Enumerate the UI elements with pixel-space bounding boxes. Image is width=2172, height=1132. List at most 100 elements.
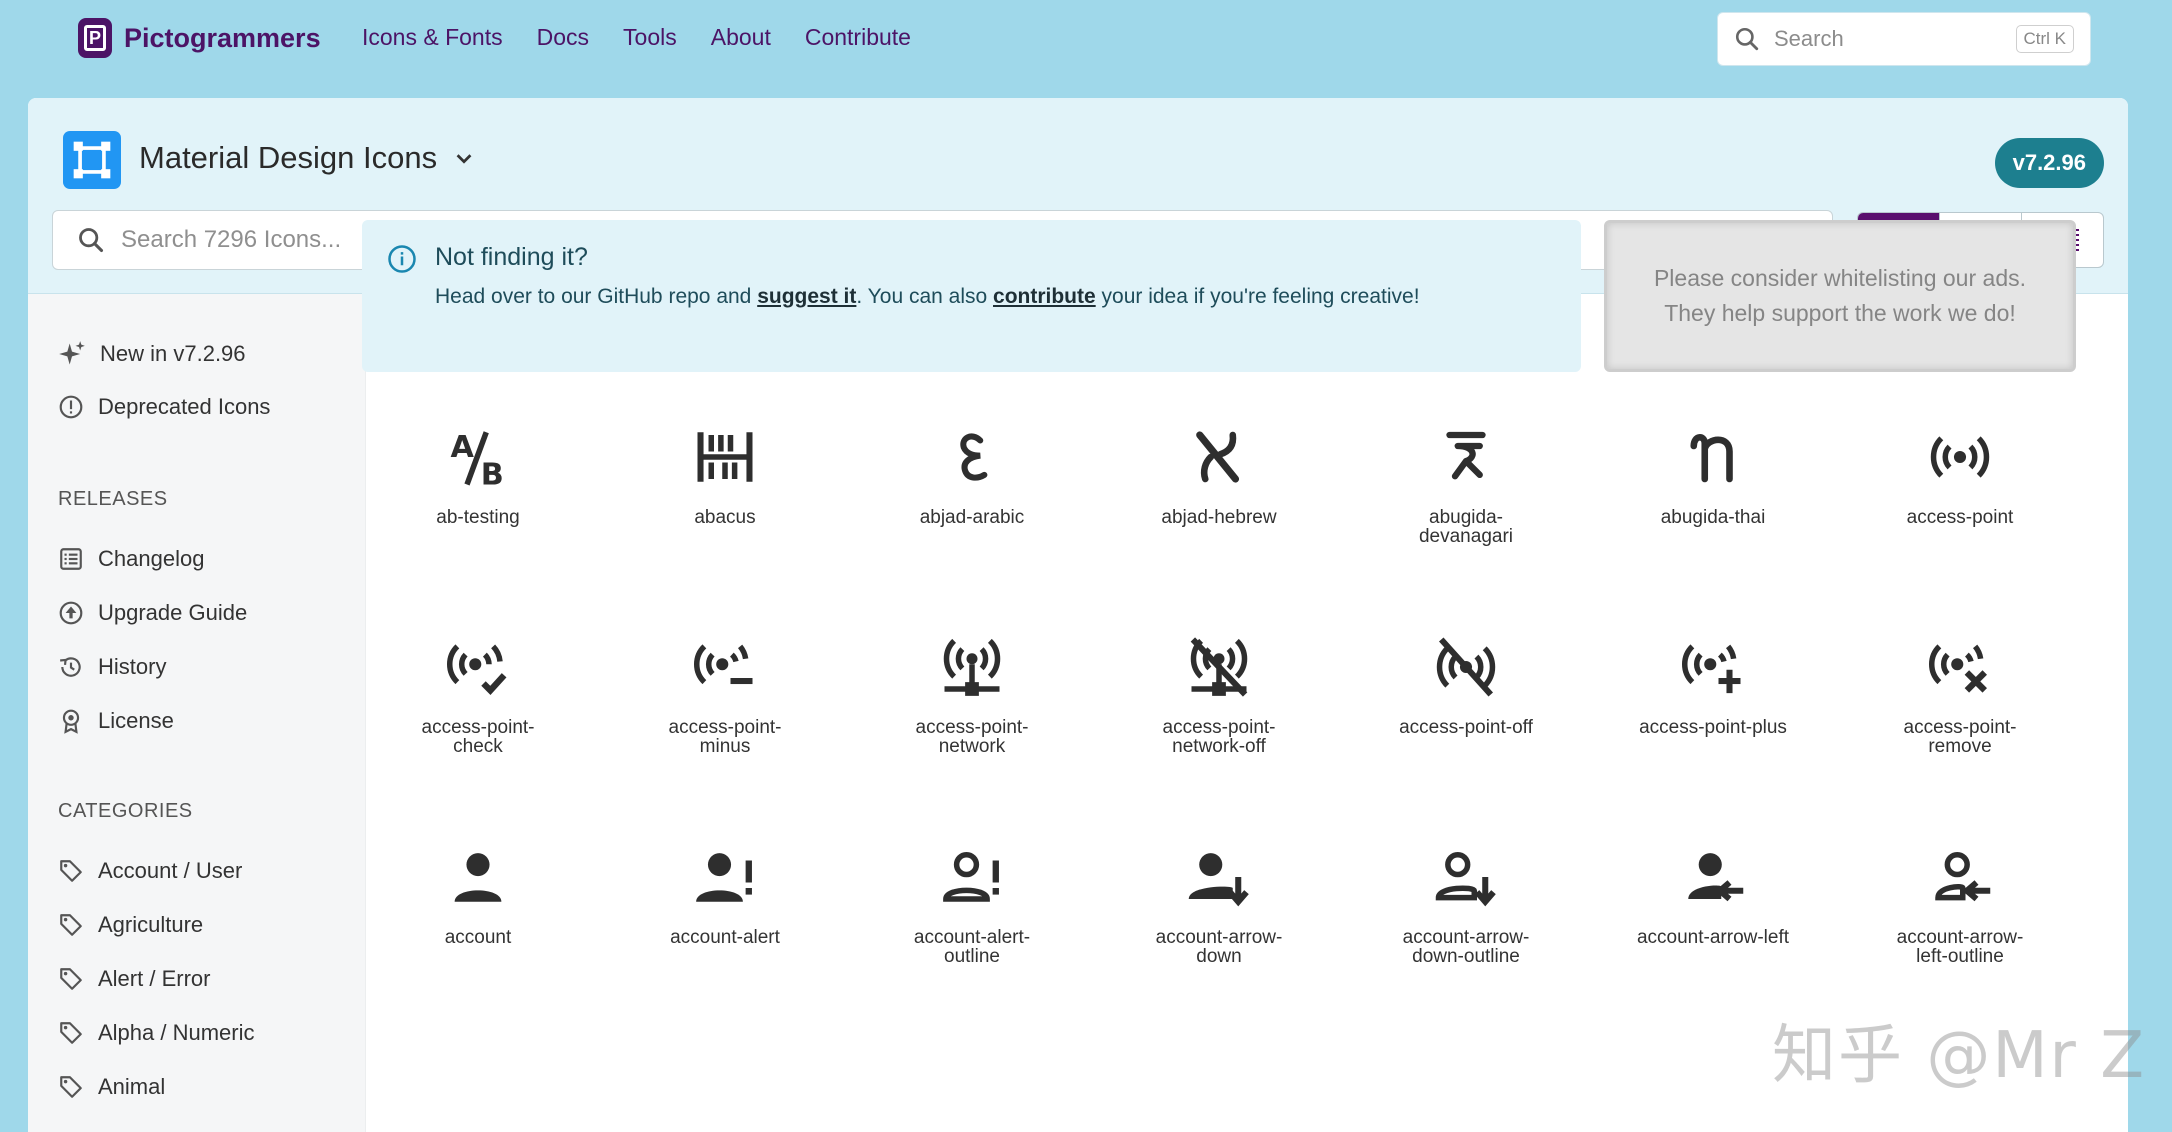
icon-tile[interactable]: account-arrow-down (1103, 820, 1335, 966)
global-search-input[interactable]: Search Ctrl K (1717, 12, 2091, 66)
watermark: 知乎 @Mr Z (1772, 1019, 2147, 1093)
icon-tile[interactable]: access-point-minus (609, 610, 841, 756)
sidebar-item-animal[interactable]: Animal (58, 1074, 165, 1100)
icon-tile-label: access-point-remove (1903, 717, 2017, 757)
access-point-remove-icon (1929, 644, 1987, 693)
releases-heading: RELEASES (58, 488, 168, 510)
account-arrow-down-icon (1188, 853, 1249, 907)
sidebar-item-new[interactable]: New in v7.2.96 (58, 340, 246, 368)
icon-tile[interactable]: access-point (1844, 400, 2076, 527)
notice-body: Head over to our GitHub repo and suggest… (435, 285, 1420, 309)
icon-tile[interactable]: abjad-arabic (856, 400, 1088, 527)
sidebar-item-account-user[interactable]: Account / User (58, 858, 242, 884)
history-icon (60, 657, 81, 677)
icon-tile[interactable]: access-point-plus (1597, 610, 1829, 737)
notice-text: your idea if you're feeling creative! (1095, 285, 1420, 308)
icon-tile-label: access-point-network (915, 717, 1029, 757)
sidebar-item-history[interactable]: History (58, 654, 166, 680)
icon-tile[interactable]: account-arrow-left-outline (1844, 820, 2076, 966)
sidebar-item-license[interactable]: License (58, 708, 174, 734)
sidebar-item-changelog[interactable]: Changelog (58, 546, 204, 572)
sidebar-item-alert-error[interactable]: Alert / Error (58, 966, 210, 992)
icon-tile[interactable]: access-point-check (362, 610, 594, 756)
brand-name: Pictogrammers (124, 22, 321, 53)
library-title: Material Design Icons (139, 140, 438, 175)
icon-tile-label: access-point-network-off (1162, 717, 1276, 757)
access-point-icon (1930, 436, 1990, 478)
icon-tile-label: access-point (1906, 507, 2014, 528)
tag-icon (60, 1022, 82, 1044)
ad-line-2: They help support the work we do! (1664, 300, 2016, 326)
sidebar-item-deprecated[interactable]: Deprecated Icons (58, 394, 270, 420)
icon-tile-label: account-alert (670, 927, 780, 948)
icon-tile-label: access-point-check (421, 717, 535, 757)
abacus-icon (697, 432, 753, 482)
nav-docs[interactable]: Docs (537, 24, 589, 51)
icon-tile[interactable]: access-point-off (1350, 610, 1582, 737)
icon-tile[interactable]: abjad-hebrew (1103, 400, 1335, 527)
account-alert-outline-icon (943, 851, 999, 902)
icon-tile[interactable]: access-point-network-off (1103, 610, 1335, 756)
icon-tile-label: account-arrow-down-outline (1402, 927, 1530, 967)
contribute-link[interactable]: contribute (993, 285, 1096, 308)
sidebar: New in v7.2.96 Deprecated Icons RELEASES… (28, 294, 366, 1132)
icon-tile[interactable]: abugida-thai (1597, 400, 1829, 527)
nav-icons-fonts[interactable]: Icons & Fonts (362, 24, 503, 51)
suggest-it-link[interactable]: suggest it (757, 285, 856, 308)
icon-tile-label: account-arrow-left (1636, 927, 1790, 948)
icon-search-placeholder: Search 7296 Icons... (121, 226, 342, 253)
nav-about[interactable]: About (711, 24, 771, 51)
search-shortcut-badge: Ctrl K (2015, 25, 2074, 53)
nav-contribute[interactable]: Contribute (805, 24, 911, 51)
icon-tile[interactable]: abacus (609, 400, 841, 527)
ad-placeholder: Please consider whitelisting our ads. The… (1604, 220, 2076, 372)
tag-icon (60, 968, 82, 990)
abjad-hebrew-icon (1196, 431, 1240, 483)
sidebar-item-label: History (98, 654, 167, 679)
sidebar-item-agriculture[interactable]: Agriculture (58, 912, 203, 938)
arrow-up-circle-icon (59, 601, 83, 625)
icon-tile-label: abugida-devanagari (1418, 507, 1514, 547)
sidebar-item-label: Deprecated Icons (98, 394, 271, 419)
svg-text:B: B (481, 458, 504, 491)
access-point-network-off-icon (1190, 637, 1248, 697)
global-search-placeholder: Search (1774, 26, 1844, 51)
notice-text: Head over to our GitHub repo and (435, 285, 758, 308)
account-arrow-left-outline-icon (1935, 851, 1991, 902)
sidebar-item-label: Alert / Error (98, 966, 211, 991)
sidebar-item-label: Upgrade Guide (98, 600, 248, 625)
icon-tile[interactable]: account-arrow-left (1597, 820, 1829, 947)
access-point-plus-icon (1682, 644, 1741, 694)
library-selector[interactable]: Material Design Icons (139, 140, 475, 176)
icon-tile[interactable]: A Bab-testing (362, 400, 594, 527)
icon-tile-label: abjad-arabic (919, 507, 1025, 528)
notice-title: Not finding it? (435, 243, 588, 271)
account-arrow-down-outline-icon (1435, 851, 1496, 907)
access-point-network-icon (943, 638, 1001, 696)
account-icon (454, 853, 502, 902)
icon-tile[interactable]: abugida-devanagari (1350, 400, 1582, 546)
icon-tile-label: abacus (694, 507, 756, 528)
icon-tile[interactable]: account-alert (609, 820, 841, 947)
information-icon (388, 245, 416, 273)
version-badge[interactable]: v7.2.96 (1994, 138, 2104, 188)
sidebar-item-alpha-numeric[interactable]: Alpha / Numeric (58, 1020, 255, 1046)
categories-heading: CATEGORIES (58, 800, 193, 822)
icon-tile[interactable]: account (362, 820, 594, 947)
icon-tile-label: access-point-minus (668, 717, 782, 757)
sidebar-item-label: Animal (98, 1074, 166, 1099)
nav-tools[interactable]: Tools (623, 24, 677, 51)
icon-tile[interactable]: account-arrow-down-outline (1350, 820, 1582, 966)
search-icon (79, 228, 104, 253)
sidebar-item-label: Agriculture (98, 912, 204, 937)
icon-tile[interactable]: access-point-remove (1844, 610, 2076, 756)
icon-tile[interactable]: access-point-network (856, 610, 1088, 756)
abugida-devanagari-icon (1446, 431, 1486, 480)
sidebar-item-upgrade-guide[interactable]: Upgrade Guide (58, 600, 247, 626)
svg-text:A: A (451, 430, 475, 465)
brand-link[interactable]: P Pictogrammers (78, 18, 321, 58)
icon-tile[interactable]: account-alert-outline (856, 820, 1088, 966)
icon-tile-label: account-arrow-down (1155, 927, 1283, 967)
not-finding-it-notice: Not finding it? Head over to our GitHub … (362, 220, 1581, 372)
tag-icon (60, 1076, 82, 1098)
